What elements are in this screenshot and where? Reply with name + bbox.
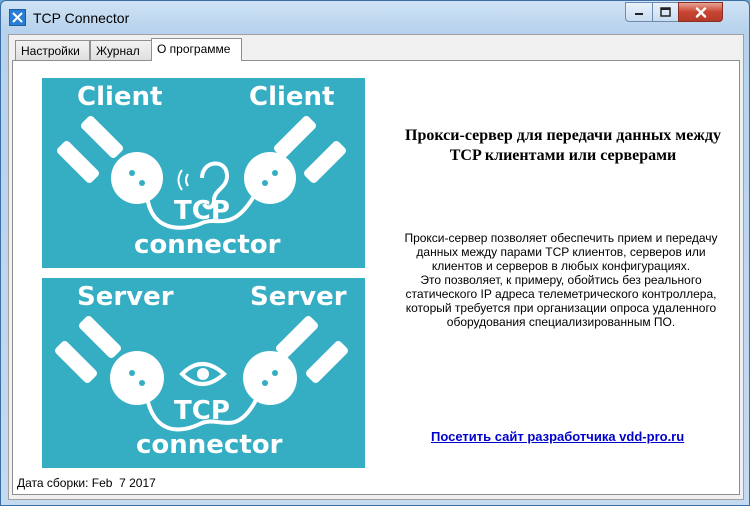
build-date-label: Дата сборки:: [17, 476, 89, 490]
close-button[interactable]: [678, 2, 723, 22]
window-title: TCP Connector: [33, 10, 130, 26]
minimize-button[interactable]: [625, 2, 653, 22]
server-logo: Server Server TCP connector: [42, 278, 365, 468]
client-logo: Client Client TCP connector: [42, 78, 365, 268]
minimize-icon: [635, 13, 643, 15]
build-date: Дата сборки: Feb 7 2017: [17, 476, 156, 490]
connector-label-top: connector: [134, 230, 281, 260]
description-paragraph-2: Это позволяет, к примеру, обойтись без р…: [405, 273, 717, 329]
app-icon: [9, 9, 26, 26]
maximize-icon: [660, 7, 671, 17]
client-area: Настройки Журнал О программе Client Clie…: [8, 34, 744, 500]
about-heading: Прокси-сервер для передачи данных между …: [405, 127, 721, 164]
about-panel: Client Client TCP connector Server Serve…: [12, 60, 740, 495]
close-icon: [695, 6, 706, 18]
server-label-right: Server: [250, 282, 347, 312]
tab-log[interactable]: Журнал: [90, 40, 152, 60]
app-window: TCP Connector Настройки Журнал О програм…: [0, 0, 750, 506]
tab-settings[interactable]: Настройки: [15, 40, 90, 60]
eye-icon: [179, 362, 227, 386]
build-date-value: Feb 7 2017: [91, 476, 156, 490]
client-label-left: Client: [77, 82, 163, 112]
maximize-button[interactable]: [652, 2, 679, 22]
connector-label-bottom: connector: [136, 430, 283, 460]
title-bar[interactable]: TCP Connector: [1, 1, 749, 34]
client-label-right: Client: [249, 82, 335, 112]
tcp-label-top: TCP: [174, 196, 230, 226]
tab-about[interactable]: О программе: [151, 38, 242, 61]
about-description: Прокси-сервер позволяет обеспечить прием…: [401, 231, 721, 329]
tcp-label-bottom: TCP: [174, 396, 230, 426]
developer-site-link[interactable]: Посетить сайт разработчика vdd-pro.ru: [431, 429, 684, 444]
description-paragraph-1: Прокси-сервер позволяет обеспечить прием…: [404, 231, 718, 273]
server-label-left: Server: [77, 282, 174, 312]
